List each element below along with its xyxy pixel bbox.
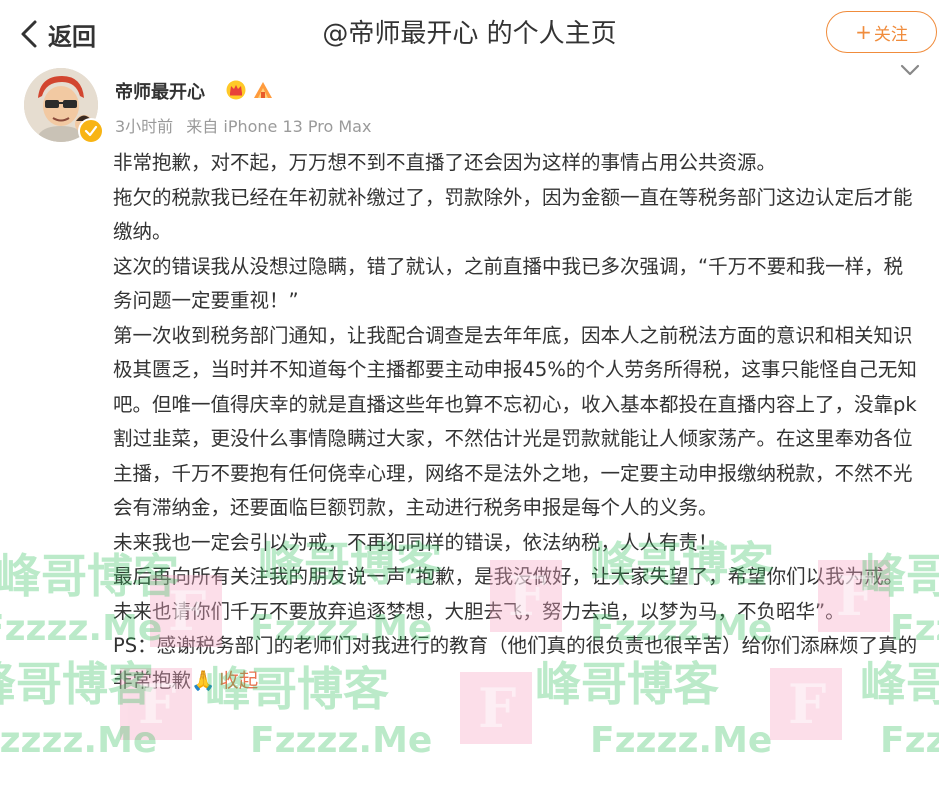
post-content: 非常抱歉，对不起，万万想不到不直播了还会因为这样的事情占用公共资源。 拖欠的税款…	[113, 146, 918, 698]
chevron-down-icon[interactable]	[899, 62, 921, 78]
follow-button[interactable]: + 关注	[826, 11, 937, 53]
verified-icon	[78, 118, 104, 144]
paragraph: 未来我也一定会引以为戒，不再犯同样的错误，依法纳税，人人有责！	[113, 530, 718, 554]
paragraph: 非常抱歉，对不起，万万想不到不直播了还会因为这样的事情占用公共资源。	[113, 151, 777, 174]
page-title: @帝师最开心 的个人主页	[322, 19, 617, 49]
watermark-text: Fzzzz.Me	[590, 720, 772, 761]
watermark-text: Fzzzz.Me	[880, 720, 939, 761]
plus-icon: +	[855, 20, 872, 44]
paragraph: 拖欠的税款我已经在年初就补缴过了，罚款除外，因为金额一直在等税务部门这边认定后才…	[113, 185, 913, 244]
paragraph: 第一次收到税务部门通知，让我配合调查是去年年底，因本人之前税法方面的意识和相关知…	[113, 323, 917, 520]
collapse-link[interactable]: 收起	[219, 669, 258, 692]
paragraph: 这次的错误我从没想过隐瞒，错了就认，之前直播中我已多次强调，“千万不要和我一样，…	[113, 254, 904, 313]
ps-paragraph: PS：感谢税务部门的老师们对我进行的教育（他们真的很负责也很辛苦）给你们添麻烦了…	[113, 629, 918, 698]
username[interactable]: 帝师最开心	[115, 78, 205, 104]
post-meta: 3小时前 来自 iPhone 13 Pro Max	[115, 113, 379, 137]
post-time: 3小时前	[115, 117, 174, 136]
post-source: 来自 iPhone 13 Pro Max	[186, 117, 372, 136]
paragraph: 最后再向所有关注我的朋友说一声”抱歉，是我没做好，让大家失望了，希望你们以我为戒…	[113, 565, 904, 623]
top-bar: 返回 @帝师最开心 的个人主页 + 关注	[0, 0, 939, 68]
fan-badge-icon	[254, 82, 272, 98]
follow-label: 关注	[873, 24, 908, 45]
crown-badge-icon	[226, 80, 246, 100]
pray-emoji-icon: 🙏	[191, 668, 216, 692]
watermark-text: Fzzzz.Me	[250, 720, 432, 761]
watermark-text: Fzzzz.Me	[0, 720, 157, 761]
